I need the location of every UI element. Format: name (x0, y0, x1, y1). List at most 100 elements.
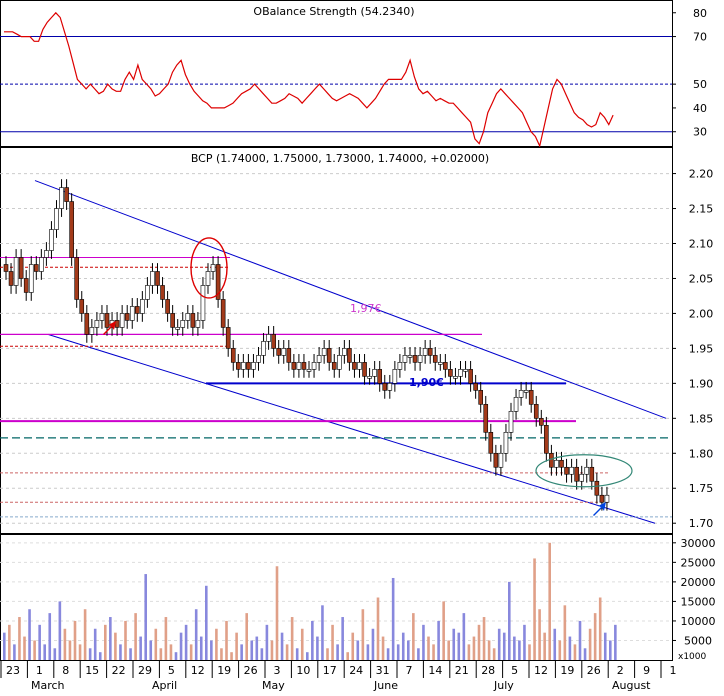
candle-body (533, 404, 539, 419)
volume-unit-label: x1000 (678, 652, 707, 662)
candle-body (185, 313, 191, 321)
volume-bar (407, 640, 410, 660)
stock-chart: 80 70 50 40 30 OBalance Strength (54.2340) 2… (0, 0, 716, 692)
candle-body (538, 418, 544, 426)
volume-bar (528, 644, 531, 660)
volume-bar (351, 632, 355, 660)
x-day-label: 28 (481, 664, 495, 677)
x-day-label: 21 (455, 664, 469, 677)
volume-bar (3, 632, 6, 660)
volume-bar (341, 617, 344, 660)
volume-bar (381, 636, 385, 660)
candle-body (180, 320, 186, 328)
volume-bar (265, 624, 269, 660)
volume-bar (93, 628, 97, 660)
volume-bar (326, 648, 329, 660)
volume-bar (422, 624, 425, 660)
candle-body (316, 355, 322, 363)
volume-bar (215, 628, 218, 660)
candle-body (145, 285, 150, 300)
volume-bar (114, 632, 117, 660)
price-tick-label: 1.80 (689, 447, 714, 460)
price-tick-label: 2.10 (689, 238, 714, 251)
candle-body (392, 369, 398, 384)
volume-bar (563, 605, 567, 660)
volume-bar (104, 624, 107, 660)
candle-body (518, 390, 524, 398)
volume-bar (523, 624, 526, 660)
candle-body (407, 355, 413, 358)
candle-body (377, 369, 383, 384)
x-day-label: 23 (6, 664, 20, 677)
volume-bar (164, 617, 168, 660)
candle-body (301, 362, 307, 370)
volume-bar (184, 624, 188, 660)
candle-body (155, 271, 160, 286)
candle-body (160, 285, 165, 300)
volume-bar (508, 581, 511, 660)
candle-body (306, 369, 312, 372)
candle-body (513, 397, 519, 412)
candle-body (79, 299, 85, 314)
candle-body (357, 362, 362, 370)
candle-body (347, 348, 352, 363)
x-month-label: March (31, 679, 65, 692)
candle-body (119, 313, 125, 328)
candle-body (326, 348, 332, 363)
volume-bar (43, 644, 46, 660)
volume-bar (472, 636, 476, 660)
volume-bar (210, 640, 213, 660)
volume-bar (487, 640, 491, 660)
volume-bar (83, 609, 87, 660)
x-day-label: 1 (36, 664, 43, 677)
x-day-label: 31 (376, 664, 390, 677)
candle-body (18, 257, 24, 279)
volume-bar (78, 644, 82, 660)
rsi-tick-label: 80 (693, 7, 707, 20)
volume-bar (593, 613, 597, 660)
candle-body (74, 257, 79, 300)
volume-bar (174, 652, 178, 660)
candle-body (523, 390, 529, 393)
candle-body (604, 494, 610, 503)
price-tick-label: 2.05 (689, 272, 714, 285)
volume-bar (482, 617, 486, 660)
x-axis: 23 1 8 15 22 29 5 12 19 26 3 10 17 24 31 7 14 21 28 5 12 19 26… (0, 660, 677, 692)
x-month-label: June (373, 679, 398, 692)
candle-body (296, 362, 302, 370)
volume-tick-label: 20000 (681, 576, 716, 589)
candle-body (432, 355, 438, 363)
volume-bar (154, 628, 158, 660)
volume-bar (321, 605, 324, 660)
rsi-panel: 80 70 50 40 30 OBalance Strength (54.2340) (0, 0, 707, 148)
candle-body (412, 355, 418, 363)
volume-tick-label: 30000 (681, 537, 716, 550)
candle-body (372, 369, 377, 377)
volume-bar (502, 632, 506, 660)
candle-body (544, 425, 549, 454)
rsi-title: OBalance Strength (54.2340) (253, 5, 414, 18)
candle-body (311, 362, 317, 370)
candle-body (342, 348, 347, 356)
volume-bar (300, 628, 304, 660)
price-tick-label: 2.15 (689, 203, 714, 216)
rsi-tick-label: 70 (693, 31, 707, 44)
x-day-label: 5 (168, 664, 175, 677)
candle-body (69, 201, 74, 258)
volume-bar (240, 644, 243, 660)
candle-body (33, 264, 39, 272)
volume-bar (316, 636, 319, 660)
volume-bar (194, 609, 198, 660)
volume-bar (336, 644, 339, 660)
volume-bar (588, 628, 592, 660)
volume-bar (199, 636, 203, 660)
x-month-label: May (262, 679, 285, 692)
volume-bar (28, 609, 31, 660)
candle-body (559, 459, 564, 468)
candle-body (230, 348, 236, 363)
candle-body (210, 264, 216, 272)
candle-body (488, 432, 494, 454)
candle-body (443, 362, 448, 370)
volume-bar (447, 640, 450, 660)
volume-bar (396, 644, 400, 660)
